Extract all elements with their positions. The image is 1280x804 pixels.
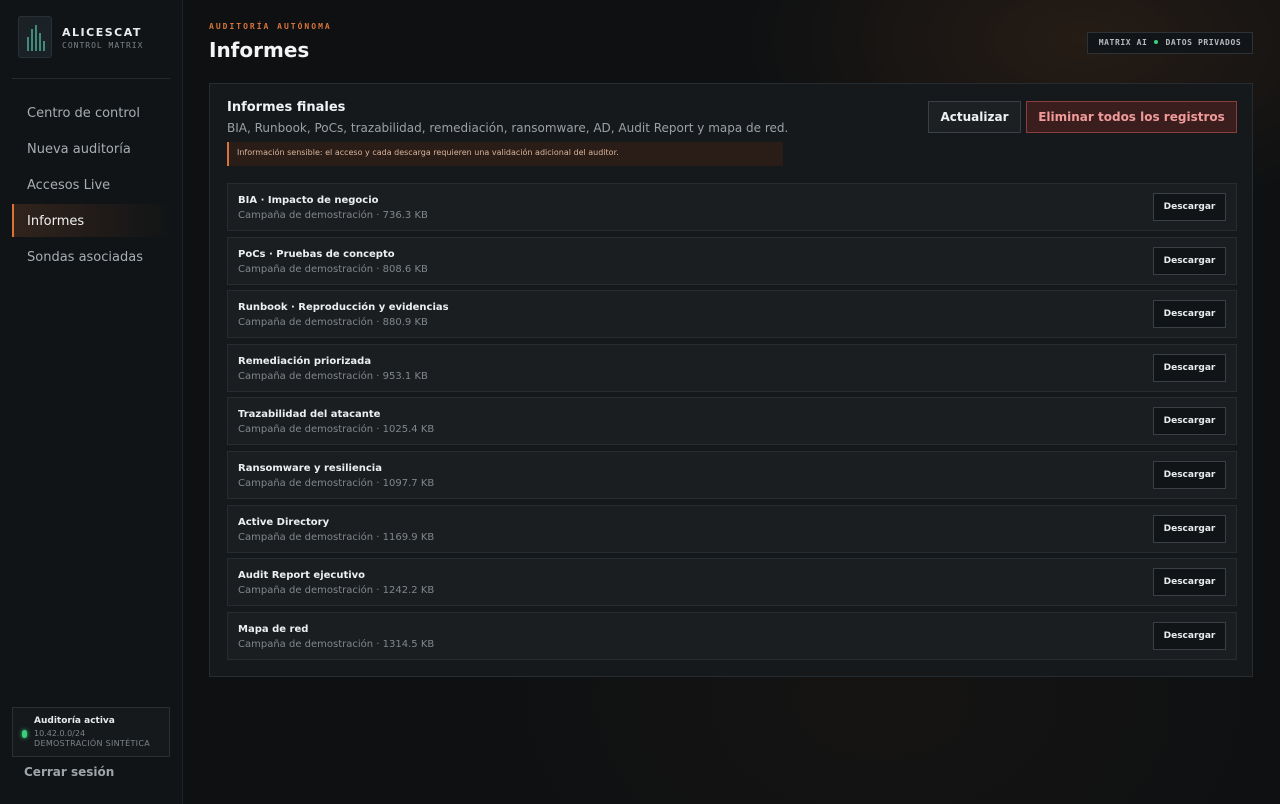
- delete-all-records-button[interactable]: Eliminar todos los registros: [1026, 101, 1237, 133]
- report-name: Mapa de red: [238, 623, 309, 635]
- download-button[interactable]: Descargar: [1153, 460, 1226, 489]
- brand-logo-icon: [18, 16, 52, 58]
- report-name: Remediación priorizada: [238, 355, 372, 367]
- refresh-button[interactable]: Actualizar: [928, 101, 1021, 133]
- page-title: Informes: [209, 38, 310, 62]
- report-meta: Campaña de demostración · 1242.2 KB: [238, 585, 435, 597]
- report-name: Trazabilidad del atacante: [238, 409, 381, 421]
- list-item: Ransomware y resiliencia Campaña de demos…: [227, 450, 1237, 499]
- report-name: PoCs · Pruebas de concepto: [238, 248, 395, 260]
- sidebar: ALICESCAT CONTROL MATRIX Centro de contr…: [0, 0, 183, 804]
- download-button[interactable]: Descargar: [1153, 300, 1226, 329]
- list-item: Active Directory Campaña de demostración …: [227, 504, 1237, 553]
- page-eyebrow: AUDITORÍA AUTÓNOMA: [209, 22, 332, 31]
- active-audit-mode: DEMOSTRACIÓN SINTÉTICA: [34, 739, 150, 748]
- sidebar-item-informes[interactable]: Informes: [12, 204, 170, 237]
- report-name: Runbook · Reproducción y evidencias: [238, 302, 449, 314]
- report-name: BIA · Impacto de negocio: [238, 195, 379, 206]
- report-meta: Campaña de demostración · 736.3 KB: [238, 210, 428, 221]
- report-meta: Campaña de demostración · 1314.5 KB: [238, 638, 435, 650]
- report-meta: Campaña de demostración · 880.9 KB: [238, 317, 428, 329]
- list-item: Audit Report ejecutivo Campaña de demostr…: [227, 558, 1237, 607]
- list-item: Mapa de red Campaña de demostración · 131…: [227, 611, 1237, 660]
- download-button[interactable]: Descargar: [1153, 353, 1226, 382]
- report-name: Ransomware y resiliencia: [238, 462, 382, 474]
- badge-dot-icon: [1154, 39, 1159, 44]
- active-audit-status: Auditoría activa 10.42.0.0/24 DEMOSTRACI…: [12, 707, 170, 757]
- list-item: PoCs · Pruebas de concepto Campaña de dem…: [227, 236, 1237, 285]
- report-name: Active Directory: [238, 516, 330, 528]
- list-item: Remediación priorizada Campaña de demostr…: [227, 343, 1237, 392]
- brand-name: ALICESCAT: [62, 26, 142, 39]
- final-reports-panel: Informes finales BIA, Runbook, PoCs, tra…: [209, 83, 1253, 677]
- brand: ALICESCAT CONTROL MATRIX: [18, 16, 170, 60]
- status-badge: MATRIX AI DATOS PRIVADOS: [1087, 32, 1253, 54]
- panel-description: BIA, Runbook, PoCs, trazabilidad, remedi…: [227, 121, 789, 135]
- download-button[interactable]: Descargar: [1153, 568, 1226, 597]
- download-button[interactable]: Descargar: [1153, 246, 1226, 275]
- logout-link[interactable]: Cerrar sesión: [24, 765, 114, 779]
- sidebar-item-nueva-auditoria[interactable]: Nueva auditoría: [12, 132, 170, 165]
- sensitive-info-warning: Información sensible: el acceso y cada d…: [227, 142, 783, 166]
- badge-private-data: DATOS PRIVADOS: [1165, 38, 1242, 47]
- active-audit-network: 10.42.0.0/24: [34, 729, 86, 738]
- download-button[interactable]: Descargar: [1153, 193, 1226, 221]
- list-item: Trazabilidad del atacante Campaña de demo…: [227, 397, 1237, 446]
- status-dot-icon: [22, 730, 27, 738]
- download-button[interactable]: Descargar: [1153, 407, 1226, 436]
- report-meta: Campaña de demostración · 808.6 KB: [238, 263, 428, 275]
- sidebar-item-accesos-live[interactable]: Accesos Live: [12, 168, 170, 201]
- sidebar-item-centro-de-control[interactable]: Centro de control: [12, 96, 170, 129]
- report-meta: Campaña de demostración · 1169.9 KB: [238, 531, 435, 543]
- badge-matrix-ai: MATRIX AI: [1098, 38, 1148, 47]
- list-item: BIA · Impacto de negocio Campaña de demos…: [227, 183, 1237, 231]
- download-button[interactable]: Descargar: [1153, 621, 1226, 650]
- sidebar-item-sondas-asociadas[interactable]: Sondas asociadas: [12, 240, 170, 273]
- sidebar-divider: [12, 78, 170, 79]
- list-item: Runbook · Reproducción y evidencias Campa…: [227, 290, 1237, 339]
- sidebar-nav: Centro de control Nueva auditoría Acceso…: [12, 96, 170, 276]
- active-audit-title: Auditoría activa: [34, 716, 115, 726]
- panel-title: Informes finales: [227, 100, 346, 115]
- download-button[interactable]: Descargar: [1153, 514, 1226, 543]
- report-meta: Campaña de demostración · 953.1 KB: [238, 370, 428, 382]
- report-meta: Campaña de demostración · 1097.7 KB: [238, 477, 435, 489]
- report-meta: Campaña de demostración · 1025.4 KB: [238, 424, 435, 436]
- report-name: Audit Report ejecutivo: [238, 570, 366, 582]
- brand-subtitle: CONTROL MATRIX: [62, 41, 144, 50]
- reports-list: BIA · Impacto de negocio Campaña de demos…: [227, 183, 1237, 665]
